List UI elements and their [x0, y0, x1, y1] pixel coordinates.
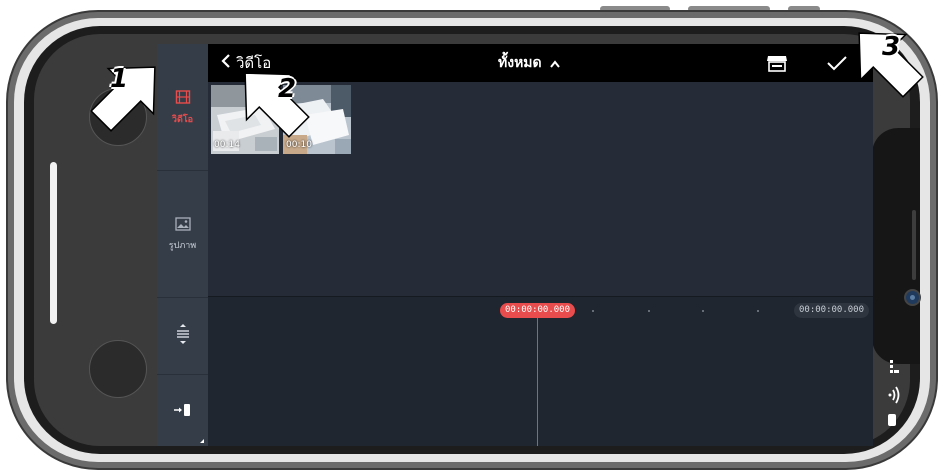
- checkmark-icon: [826, 56, 848, 76]
- annotation-number-1: 1: [110, 64, 129, 94]
- annotation-arrow-3: 3: [846, 20, 926, 104]
- import-arrow-icon: [173, 402, 193, 421]
- total-timecode: 00:00:00.000: [794, 303, 870, 318]
- image-icon: [174, 216, 191, 235]
- phone-sensor-bottom: [89, 340, 147, 398]
- timeline-tick: [702, 310, 704, 312]
- annotation-number-3: 3: [882, 32, 901, 62]
- playhead[interactable]: [537, 318, 538, 446]
- confirm-button[interactable]: [826, 54, 848, 76]
- speaker-slot: [912, 210, 916, 280]
- wifi-icon: [888, 386, 900, 404]
- sidebar-item-image-label: รูปภาพ: [168, 240, 197, 251]
- timeline-tick: [648, 310, 650, 312]
- split-tool-button[interactable]: [157, 297, 208, 374]
- chevron-left-icon: [220, 53, 232, 73]
- sidebar-item-video-label: วิดีโอ: [171, 114, 194, 125]
- film-icon: [175, 89, 191, 109]
- store-icon: [765, 56, 789, 77]
- front-camera: [904, 289, 921, 306]
- timeline-tick: [757, 310, 759, 312]
- home-indicator: [50, 162, 57, 324]
- current-timecode: 00:00:00.000: [500, 303, 576, 318]
- import-tool-button[interactable]: [157, 374, 208, 446]
- annotation-number-2: 2: [278, 74, 297, 104]
- signal-icon: [890, 360, 899, 373]
- chevron-up-icon: [549, 54, 561, 73]
- corner-indicator: [200, 439, 204, 443]
- battery-icon: [888, 414, 896, 426]
- status-icons: [880, 356, 910, 436]
- annotation-arrow-2: 2: [232, 60, 312, 144]
- timeline[interactable]: 00:00:00.000 00:00:00.000: [208, 296, 873, 446]
- store-button[interactable]: [765, 53, 789, 77]
- timeline-tick: [592, 310, 594, 312]
- split-vertical-icon: [175, 323, 191, 349]
- album-title: ทั้งหมด: [498, 55, 542, 71]
- album-selector[interactable]: ทั้งหมด: [498, 52, 561, 74]
- sidebar-item-image[interactable]: รูปภาพ: [157, 171, 208, 296]
- annotation-arrow-1: 1: [88, 54, 168, 138]
